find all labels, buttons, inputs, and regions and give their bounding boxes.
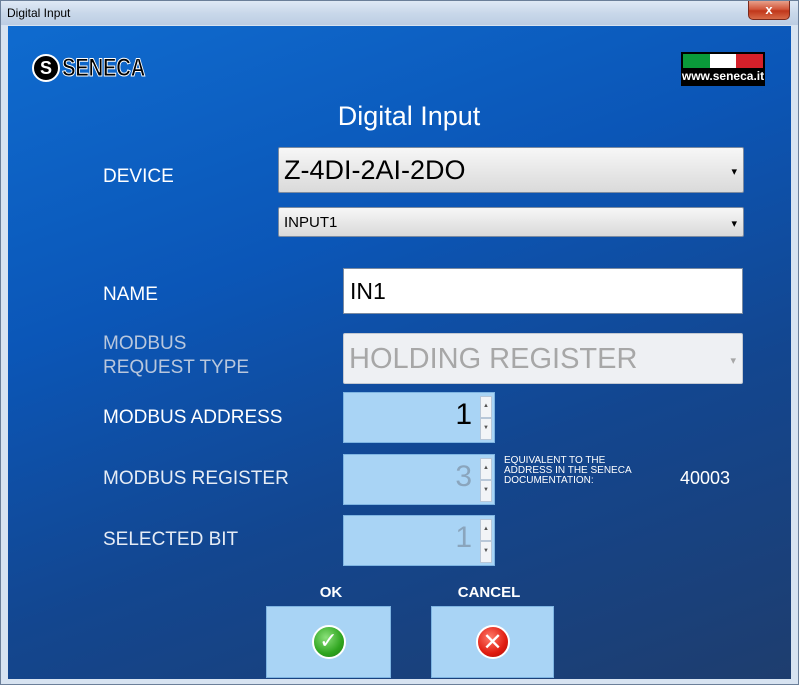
chevron-down-icon: ▾ bbox=[731, 218, 737, 230]
modbus-address-value: 1 bbox=[455, 398, 472, 431]
logo-text: SENECA bbox=[62, 53, 146, 82]
stepper-up-button[interactable]: ▲ bbox=[480, 458, 492, 480]
chevron-down-icon: ▾ bbox=[730, 355, 736, 367]
flag-green bbox=[683, 54, 710, 68]
equivalent-address: 40003 bbox=[680, 468, 731, 488]
dialog-body: S SENECA www.seneca.it Digital Input DEV… bbox=[8, 26, 791, 679]
selected-bit-label: SELECTED BIT bbox=[103, 529, 239, 550]
italian-flag bbox=[683, 54, 764, 68]
flag-red bbox=[736, 54, 764, 68]
device-select[interactable]: Z-4DI-2AI-2DO ▾ bbox=[278, 147, 744, 193]
page-title: Digital Input bbox=[337, 101, 481, 131]
input-select[interactable]: INPUT1 ▾ bbox=[278, 207, 744, 237]
input-value: INPUT1 bbox=[284, 214, 338, 231]
ok-button[interactable]: ✓ bbox=[266, 606, 391, 678]
window-title: Digital Input bbox=[7, 6, 71, 20]
modbus-register-value: 3 bbox=[455, 460, 472, 493]
ok-label: OK bbox=[319, 584, 343, 601]
selected-bit-stepper[interactable]: 1 ▲ ▼ bbox=[343, 515, 495, 566]
stepper-buttons: ▲ ▼ bbox=[480, 396, 492, 440]
stepper-up-button[interactable]: ▲ bbox=[480, 519, 492, 541]
name-label: NAME bbox=[103, 284, 158, 305]
selected-bit-value: 1 bbox=[455, 521, 472, 554]
stepper-up-button[interactable]: ▲ bbox=[480, 396, 492, 418]
brand-url: www.seneca.it bbox=[681, 69, 765, 83]
stepper-buttons: ▲ ▼ bbox=[480, 519, 492, 563]
logo-mark: S bbox=[32, 54, 60, 82]
modbus-register-label: MODBUS REGISTER bbox=[103, 468, 289, 489]
equivalent-line3: DOCUMENTATION: bbox=[504, 475, 594, 486]
cancel-label: CANCEL bbox=[457, 584, 521, 601]
chevron-down-icon: ▾ bbox=[731, 166, 737, 178]
stepper-down-button[interactable]: ▼ bbox=[480, 480, 492, 502]
dialog-window: Digital Input x S SENECA www.seneca.it D… bbox=[0, 0, 799, 685]
request-type-label-line1: MODBUS bbox=[103, 333, 187, 354]
stepper-buttons: ▲ ▼ bbox=[480, 458, 492, 502]
modbus-address-label: MODBUS ADDRESS bbox=[103, 407, 283, 428]
title-bar[interactable]: Digital Input x bbox=[1, 1, 798, 25]
device-value: Z-4DI-2AI-2DO bbox=[284, 155, 466, 185]
flag-white bbox=[709, 54, 737, 68]
stepper-down-button[interactable]: ▼ bbox=[480, 541, 492, 563]
seneca-logo: S SENECA bbox=[32, 53, 163, 83]
device-label: DEVICE bbox=[103, 166, 174, 187]
close-button[interactable]: x bbox=[748, 1, 790, 20]
request-type-value: HOLDING REGISTER bbox=[349, 343, 638, 375]
modbus-address-stepper[interactable]: 1 ▲ ▼ bbox=[343, 392, 495, 443]
name-input[interactable] bbox=[343, 268, 743, 314]
stepper-down-button[interactable]: ▼ bbox=[480, 418, 492, 440]
x-mark-icon: ✕ bbox=[475, 625, 510, 659]
request-type-select[interactable]: HOLDING REGISTER ▾ bbox=[343, 333, 743, 384]
close-icon: x bbox=[765, 2, 773, 17]
checkmark-icon: ✓ bbox=[311, 625, 346, 659]
brand-badge: www.seneca.it bbox=[681, 52, 765, 86]
equivalent-note: EQUIVALENT TO THE ADDRESS IN THE SENECA … bbox=[504, 456, 674, 486]
cancel-button[interactable]: ✕ bbox=[431, 606, 554, 678]
request-type-label-line2: REQUEST TYPE bbox=[103, 357, 250, 378]
modbus-register-stepper[interactable]: 3 ▲ ▼ bbox=[343, 454, 495, 505]
